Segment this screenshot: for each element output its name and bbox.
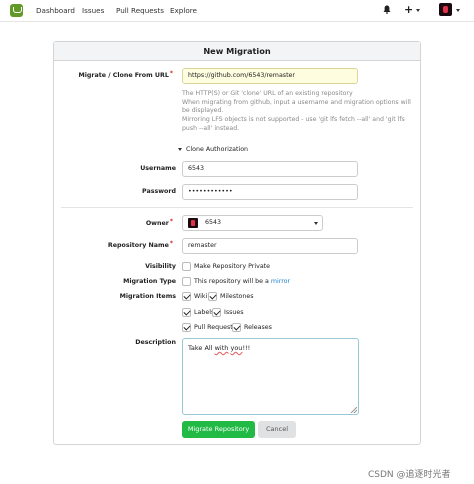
clone-url-label: Migrate / Clone From URL* <box>53 70 173 79</box>
help-line: When migrating from github, input a user… <box>182 98 411 115</box>
repo-name-label-text: Repository Name <box>107 242 169 249</box>
labels-checkbox[interactable] <box>182 308 191 317</box>
owner-label: Owner* <box>53 218 173 227</box>
nav-issues[interactable]: Issues <box>82 6 104 15</box>
clone-authorization-toggle[interactable]: Clone Authorization <box>186 146 248 153</box>
description-textarea[interactable]: Take All with you!!! <box>182 338 359 415</box>
repo-name-input[interactable]: remaster <box>182 238 358 254</box>
username-input[interactable]: 6543 <box>182 161 358 177</box>
visibility-label: Visibility <box>145 263 176 270</box>
description-text: you <box>230 344 243 352</box>
migration-type-label: Migration Type <box>123 278 176 285</box>
releases-label: Releases <box>244 324 272 331</box>
owner-avatar <box>188 218 198 228</box>
migrate-repository-button[interactable]: Migrate Repository <box>182 421 255 438</box>
clone-url-help: The HTTP(S) or Git 'clone' URL of an exi… <box>182 90 417 134</box>
nav-dashboard[interactable]: Dashboard <box>36 6 75 15</box>
gitea-logo-icon[interactable] <box>10 4 23 17</box>
description-text: Take All <box>188 344 215 352</box>
required-asterisk: * <box>169 70 173 77</box>
wiki-label: Wiki <box>194 293 208 300</box>
required-asterisk: * <box>169 240 173 247</box>
mirror-checkbox[interactable] <box>182 277 191 286</box>
nav-explore[interactable]: Explore <box>170 6 197 15</box>
pull-requests-label: Pull Requests <box>194 324 237 331</box>
password-input[interactable]: •••••••••••• <box>182 184 358 200</box>
nav-pull-requests[interactable]: Pull Requests <box>116 6 164 15</box>
owner-value: 6543 <box>205 219 222 226</box>
chevron-down-icon[interactable] <box>456 9 460 12</box>
top-navbar: Dashboard Issues Pull Requests Explore + <box>0 0 474 22</box>
chevron-down-icon[interactable] <box>416 9 420 12</box>
clone-url-input[interactable]: https://github.com/6543/remaster <box>182 68 358 84</box>
cancel-button[interactable]: Cancel <box>258 421 296 438</box>
bell-icon[interactable] <box>383 5 391 14</box>
resize-grip-icon[interactable] <box>351 407 357 413</box>
chevron-down-icon[interactable] <box>314 222 318 225</box>
pull-requests-checkbox[interactable] <box>182 323 191 332</box>
watermark: CSDN @追逐时光者 <box>368 470 451 480</box>
issues-label: Issues <box>224 309 244 316</box>
create-plus-icon[interactable]: + <box>404 3 413 16</box>
help-line: Mirroring LFS objects is not supported -… <box>182 116 405 132</box>
migration-items-label: Migration Items <box>119 293 176 300</box>
issues-checkbox[interactable] <box>212 308 221 317</box>
user-avatar[interactable] <box>439 3 452 16</box>
private-checkbox[interactable] <box>182 262 191 271</box>
required-asterisk: * <box>169 218 173 225</box>
wiki-checkbox[interactable] <box>182 292 191 301</box>
owner-label-text: Owner <box>145 220 169 227</box>
clone-url-label-text: Migrate / Clone From URL <box>78 72 169 79</box>
mirror-link[interactable]: mirror <box>271 278 290 285</box>
divider <box>61 207 413 208</box>
mirror-text: This repository will be a <box>194 278 269 285</box>
username-label: Username <box>140 165 176 172</box>
repo-name-label: Repository Name* <box>53 240 173 249</box>
collapse-triangle-icon[interactable] <box>178 148 182 151</box>
owner-dropdown[interactable] <box>182 215 323 231</box>
description-text: with <box>214 344 229 352</box>
mirror-checkbox-label: This repository will be a mirror <box>194 278 290 285</box>
milestones-checkbox[interactable] <box>208 292 217 301</box>
description-text: !!! <box>242 344 251 352</box>
description-label: Description <box>135 339 176 346</box>
milestones-label: Milestones <box>220 293 254 300</box>
page-title: New Migration <box>54 42 420 61</box>
releases-checkbox[interactable] <box>232 323 241 332</box>
password-label: Password <box>142 188 176 195</box>
private-checkbox-label: Make Repository Private <box>194 263 271 270</box>
help-line: The HTTP(S) or Git 'clone' URL of an exi… <box>182 90 353 97</box>
